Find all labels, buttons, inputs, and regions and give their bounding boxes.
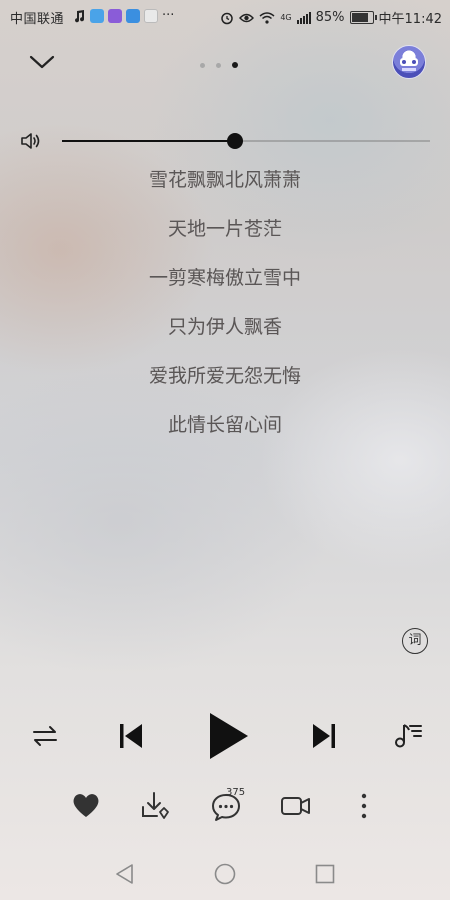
app-camera-icon <box>144 8 158 23</box>
lyric-line: 此情长留心间 <box>167 414 282 436</box>
notification-icons: ··· <box>72 8 174 23</box>
alarm-icon <box>221 12 234 24</box>
status-bar: 中国联通 ··· 4G 85% 中午11:42 <box>0 0 450 32</box>
lyrics-toggle-button[interactable]: 词 <box>402 628 428 654</box>
play-mode-repeat-icon[interactable] <box>31 724 59 748</box>
page-dot <box>200 62 205 68</box>
volume-fill <box>62 140 235 142</box>
volume-thumb[interactable] <box>226 133 243 149</box>
battery-percent: 85% <box>315 10 345 25</box>
playlist-icon[interactable] <box>393 720 423 750</box>
page-dot <box>232 62 238 68</box>
signal-icon <box>296 11 311 24</box>
speaker-icon[interactable] <box>20 132 42 150</box>
status-right: 4G 85% 中午11:42 <box>220 8 442 27</box>
battery-fill <box>351 13 369 22</box>
lyric-line: 一剪寒梅傲立雪中 <box>148 267 301 289</box>
lyrics-panel[interactable]: 雪花飘飘北风萧萧 天地一片苍茫 一剪寒梅傲立雪中 只为伊人飘香 爱我所爱无怨无悔 此情长留… <box>0 162 450 456</box>
battery-icon <box>349 11 377 24</box>
carrier-name: 中国联通 <box>10 12 65 27</box>
nav-recent-apps-icon[interactable] <box>313 862 337 886</box>
play-icon[interactable] <box>204 710 252 762</box>
nav-home-icon[interactable] <box>213 862 237 886</box>
app-video-icon <box>108 8 122 23</box>
clock: 中午11:42 <box>378 12 442 27</box>
app-browser-icon <box>126 8 140 23</box>
download-icon[interactable] <box>140 790 172 822</box>
previous-track-icon[interactable] <box>115 720 147 752</box>
next-track-icon[interactable] <box>308 720 340 752</box>
avatar-cartoon-icon <box>400 58 418 71</box>
signal-type: 4G <box>280 13 292 22</box>
comment-count-badge: 375 <box>226 787 246 798</box>
volume-slider[interactable] <box>62 133 430 149</box>
eye-icon <box>239 13 255 22</box>
collapse-chevron-icon[interactable] <box>26 48 58 76</box>
lyric-line: 只为伊人飘香 <box>167 316 282 338</box>
lyric-line: 雪花飘飘北风萧萧 <box>148 169 301 191</box>
nav-back-icon[interactable] <box>113 862 137 886</box>
page-indicator <box>200 62 238 68</box>
wifi-icon <box>259 11 275 24</box>
more-vertical-icon[interactable] <box>354 790 374 822</box>
page-dot <box>216 62 221 68</box>
overflow-indicator: ··· <box>162 8 175 23</box>
music-note-icon <box>75 9 85 22</box>
avatar[interactable] <box>392 45 426 79</box>
lyric-line: 天地一片苍茫 <box>167 218 282 240</box>
app-shield-icon <box>90 8 104 23</box>
heart-icon[interactable] <box>70 790 102 820</box>
video-camera-icon[interactable] <box>280 792 312 820</box>
lyric-line: 爱我所爱无怨无悔 <box>148 365 301 387</box>
